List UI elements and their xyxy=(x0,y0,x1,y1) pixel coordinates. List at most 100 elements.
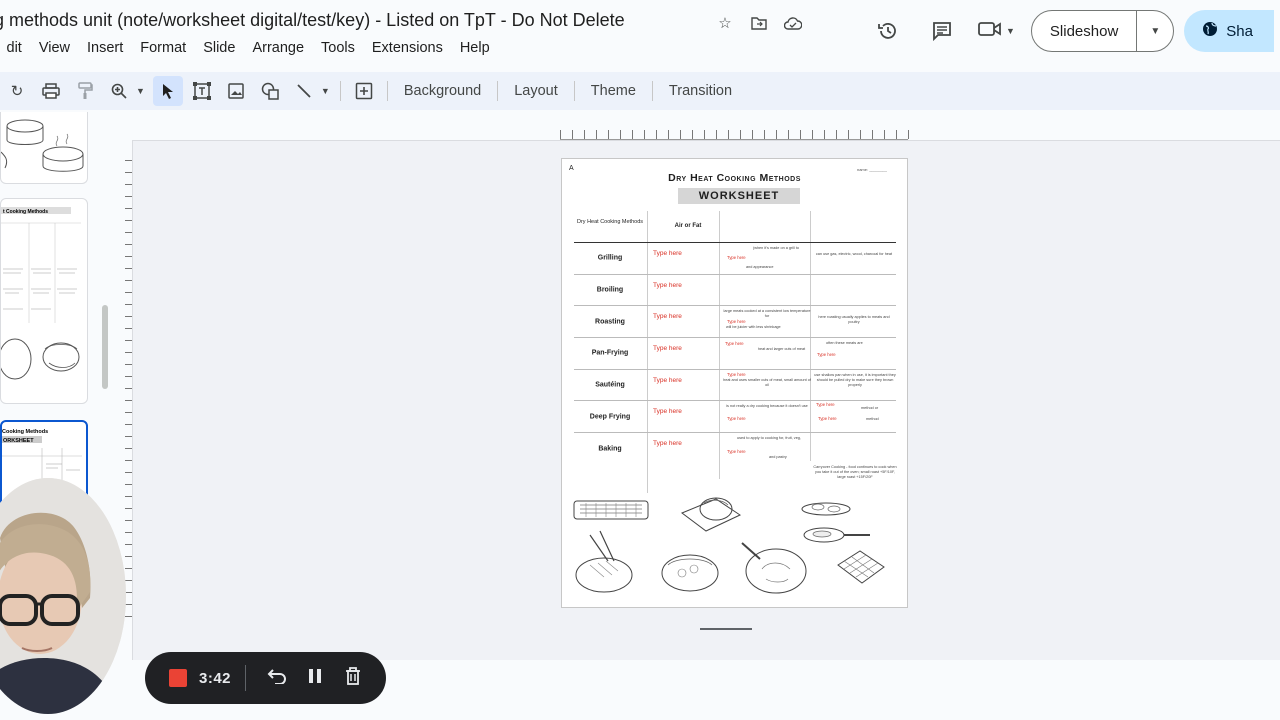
worksheet-table: Dry Heat Cooking Methods Air or Fat Gril… xyxy=(574,211,897,479)
text-box-icon[interactable] xyxy=(187,76,217,106)
type-here-field[interactable]: Type here xyxy=(653,282,682,289)
image-icon[interactable] xyxy=(221,76,251,106)
type-here-field[interactable]: Type here xyxy=(653,250,682,257)
slideshow-button[interactable]: Slideshow xyxy=(1032,11,1138,51)
type-here-field[interactable]: Type here xyxy=(653,377,682,384)
ruler-tick xyxy=(632,130,633,139)
method-label: Roasting xyxy=(595,318,625,326)
title-bar: g methods unit (note/worksheet digital/t… xyxy=(0,0,1280,68)
worksheet-version-letter: A xyxy=(569,165,574,172)
print-icon[interactable] xyxy=(36,76,66,106)
table-row: Sautéing Type here Type here heat and us… xyxy=(574,370,896,402)
note-text: heat and larger cuts of meat xyxy=(757,347,806,352)
ruler-tick xyxy=(125,184,132,185)
menu-tools[interactable]: Tools xyxy=(313,40,364,56)
ruler-tick xyxy=(125,232,132,233)
ruler-tick xyxy=(125,244,132,245)
theme-button[interactable]: Theme xyxy=(581,83,646,99)
frying-pan-eggs-drawing xyxy=(801,502,870,543)
ruler-tick xyxy=(125,172,132,173)
title-icons: ☆ xyxy=(714,12,804,34)
ruler-tick xyxy=(692,130,693,139)
type-here-field[interactable]: Type here xyxy=(653,313,682,320)
layout-button[interactable]: Layout xyxy=(504,83,568,99)
type-here-field[interactable]: Type here xyxy=(727,255,746,260)
line-icon[interactable] xyxy=(289,76,319,106)
menu-arrange[interactable]: Arrange xyxy=(244,40,313,56)
cloud-status-icon[interactable] xyxy=(782,12,804,34)
type-here-field[interactable]: Type here xyxy=(727,372,746,377)
menu-edit[interactable]: dit xyxy=(0,40,30,56)
menu-slide[interactable]: Slide xyxy=(195,40,244,56)
type-here-field[interactable]: Type here xyxy=(725,341,744,346)
star-icon[interactable]: ☆ xyxy=(714,12,736,34)
slide-thumbnail[interactable]: t Cooking Methods xyxy=(0,198,88,404)
type-here-field[interactable]: Type here xyxy=(727,449,746,454)
ruler-tick xyxy=(620,130,621,139)
ruler-tick xyxy=(125,340,132,341)
type-here-field[interactable]: Type here xyxy=(817,352,836,357)
comment-icon[interactable] xyxy=(924,13,960,49)
ruler-tick xyxy=(644,130,645,139)
history-icon[interactable] xyxy=(870,13,906,49)
document-title[interactable]: g methods unit (note/worksheet digital/t… xyxy=(0,10,625,31)
background-button[interactable]: Background xyxy=(394,83,491,99)
note-text: and pastry xyxy=(769,455,787,460)
pause-icon[interactable] xyxy=(296,668,334,689)
select-cursor-icon[interactable] xyxy=(152,76,183,106)
note-text: large meats cooked at a consistent low t… xyxy=(723,309,811,319)
ruler-tick xyxy=(125,604,132,605)
roast-chicken-drawing xyxy=(680,497,742,532)
slideshow-dropdown[interactable]: ▼ xyxy=(1137,11,1173,51)
ruler-tick xyxy=(656,130,657,139)
vertical-ruler xyxy=(122,160,132,620)
chevron-down-icon: ▼ xyxy=(1006,26,1015,36)
type-here-field[interactable]: Type here xyxy=(727,416,746,421)
ruler-tick xyxy=(704,130,705,139)
delete-icon[interactable] xyxy=(334,666,372,690)
menu-help[interactable]: Help xyxy=(451,40,498,56)
undo-icon[interactable] xyxy=(258,668,296,689)
table-row: Pan-Frying Type here Type here heat and … xyxy=(574,338,896,370)
type-here-field[interactable]: Type here xyxy=(653,408,682,415)
menu-extensions[interactable]: Extensions xyxy=(363,40,451,56)
zoom-dropdown-icon[interactable]: ▼ xyxy=(136,86,145,96)
current-slide[interactable]: A name: ________ Dry Heat Cooking Method… xyxy=(561,158,908,608)
filmstrip-scrollbar[interactable] xyxy=(102,305,108,389)
zoom-icon[interactable] xyxy=(104,76,134,106)
stop-recording-button[interactable] xyxy=(169,669,187,687)
header-methods: Dry Heat Cooking Methods xyxy=(576,219,644,225)
transition-button[interactable]: Transition xyxy=(659,83,742,99)
menu-view[interactable]: View xyxy=(30,40,78,56)
saute-pan-drawing xyxy=(741,542,807,594)
menu-insert[interactable]: Insert xyxy=(79,40,132,56)
type-here-field[interactable]: Type here xyxy=(653,345,682,352)
grill-pan-drawing xyxy=(573,500,649,520)
menu-format[interactable]: Format xyxy=(132,40,195,56)
redo-icon[interactable]: ↻ xyxy=(2,76,32,106)
meet-button[interactable]: ▼ xyxy=(978,20,1015,43)
type-here-field[interactable]: Type here xyxy=(727,319,746,324)
toolbar-divider xyxy=(386,81,388,101)
type-here-field[interactable]: Type here xyxy=(816,402,835,407)
ruler-tick xyxy=(896,130,897,139)
add-comment-icon[interactable] xyxy=(349,76,379,106)
ruler-tick xyxy=(125,592,132,593)
table-row: Roasting Type here large meats cooked at… xyxy=(574,306,896,339)
cookware-drawing xyxy=(1,119,84,172)
ruler-tick xyxy=(596,130,597,139)
ruler-tick xyxy=(680,130,681,139)
method-label: Broiling xyxy=(596,286,624,294)
type-here-field[interactable]: Type here xyxy=(818,416,837,421)
line-dropdown-icon[interactable]: ▼ xyxy=(321,86,330,96)
shape-icon[interactable] xyxy=(255,76,285,106)
paint-format-icon[interactable] xyxy=(70,76,100,106)
share-button[interactable]: Sha xyxy=(1184,10,1275,52)
speaker-notes-handle[interactable] xyxy=(700,628,752,630)
move-to-folder-icon[interactable] xyxy=(748,12,770,34)
toolbar-divider xyxy=(497,81,499,101)
ruler-tick xyxy=(848,130,849,139)
ruler-tick xyxy=(125,328,132,329)
type-here-field[interactable]: Type here xyxy=(653,440,682,447)
slide-thumbnail[interactable] xyxy=(0,112,88,184)
